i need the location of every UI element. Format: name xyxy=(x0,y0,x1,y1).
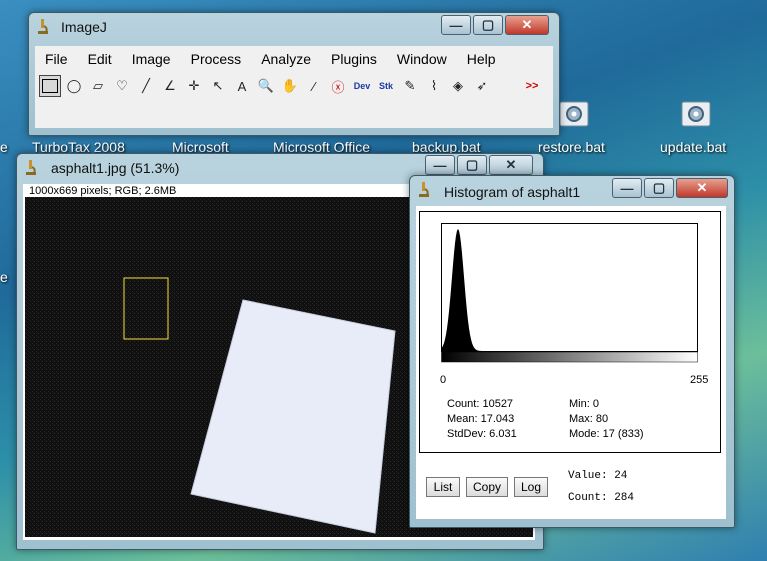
flood-fill-tool-icon[interactable]: ◈ xyxy=(447,75,469,97)
minimize-button[interactable]: — xyxy=(441,15,471,35)
maximize-button[interactable]: ▢ xyxy=(457,155,487,175)
log-button[interactable]: Log xyxy=(514,477,548,497)
histogram-titlebar[interactable]: Histogram of asphalt1 — ▢ ✕ xyxy=(410,176,734,206)
pencil-tool-icon[interactable]: ✎ xyxy=(399,75,421,97)
hand-tool-icon[interactable]: ✋ xyxy=(279,75,301,97)
window-title: asphalt1.jpg (51.3%) xyxy=(51,160,180,176)
minimize-button[interactable]: — xyxy=(612,178,642,198)
imagej-titlebar[interactable]: ImageJ — ▢ ✕ xyxy=(29,13,559,43)
stat-mean: Mean: 17.043 xyxy=(447,413,515,425)
stat-max: Max: 80 xyxy=(569,413,609,425)
rectangle-tool-icon[interactable] xyxy=(39,75,61,97)
maximize-button[interactable]: ▢ xyxy=(644,178,674,198)
histogram-panel: 0 255 Count: 10527 Mean: 17.043 StdDev: … xyxy=(416,206,726,519)
window-title: Histogram of asphalt1 xyxy=(444,184,581,200)
close-button[interactable]: ✕ xyxy=(489,155,533,175)
close-button[interactable]: ✕ xyxy=(505,15,549,35)
menu-analyze[interactable]: Analyze xyxy=(251,51,321,67)
menu-plugins[interactable]: Plugins xyxy=(321,51,387,67)
stop-tool-icon[interactable]: ⓧ xyxy=(327,75,349,97)
desktop-icon-label-restore[interactable]: restore.bat xyxy=(538,139,605,155)
oval-tool-icon[interactable]: ◯ xyxy=(63,75,85,97)
blank-tool-icon[interactable] xyxy=(495,75,517,97)
menu-bar: File Edit Image Process Analyze Plugins … xyxy=(35,46,553,72)
menu-file[interactable]: File xyxy=(35,51,78,67)
line-tool-icon[interactable]: ╱ xyxy=(135,75,157,97)
wand-tool-icon[interactable]: ↖ xyxy=(207,75,229,97)
histogram-window: Histogram of asphalt1 — ▢ ✕ 0 255 Count:… xyxy=(409,175,735,528)
point-tool-icon[interactable]: ✛ xyxy=(183,75,205,97)
stat-mode: Mode: 17 (833) xyxy=(569,428,644,440)
menu-image[interactable]: Image xyxy=(122,51,181,67)
stat-min: Min: 0 xyxy=(569,398,599,410)
more-tools-icon[interactable]: >> xyxy=(521,75,543,97)
angle-tool-icon[interactable]: ∠ xyxy=(159,75,181,97)
count-readout: Count: 284 xyxy=(568,492,635,504)
microscope-icon xyxy=(26,160,36,175)
axis-max-label: 255 xyxy=(690,374,709,386)
stat-stddev: StdDev: 6.031 xyxy=(447,428,517,440)
image-info-text: 1000x669 pixels; RGB; 2.6MB xyxy=(29,185,177,197)
histogram-frame: 0 255 Count: 10527 Mean: 17.043 StdDev: … xyxy=(419,211,721,453)
histogram-plot xyxy=(441,223,698,363)
imagej-window: ImageJ — ▢ ✕ File Edit Image Process Ana… xyxy=(28,12,560,136)
gear-file-icon[interactable] xyxy=(556,100,592,128)
dev-tool-icon[interactable]: Dev xyxy=(351,75,373,97)
toolbar: ◯ ▱ ♡ ╱ ∠ ✛ ↖ A 🔍 ✋ ⁄ ⓧ Dev Stk ✎ ⌇ ◈ ➶ >> xyxy=(35,72,553,128)
menu-window[interactable]: Window xyxy=(387,51,457,67)
text-tool-icon[interactable]: A xyxy=(231,75,253,97)
close-button[interactable]: ✕ xyxy=(676,178,728,198)
microscope-icon xyxy=(419,182,429,197)
polygon-tool-icon[interactable]: ▱ xyxy=(87,75,109,97)
desktop-icon-label-cut-left[interactable]: e xyxy=(0,139,8,155)
minimize-button[interactable]: — xyxy=(425,155,455,175)
dropper-tool-icon[interactable]: ⁄ xyxy=(303,75,325,97)
menu-edit[interactable]: Edit xyxy=(78,51,122,67)
desktop-icon-label-update[interactable]: update.bat xyxy=(660,139,726,155)
freehand-tool-icon[interactable]: ♡ xyxy=(111,75,133,97)
microscope-icon xyxy=(38,19,48,34)
menu-process[interactable]: Process xyxy=(181,51,252,67)
maximize-button[interactable]: ▢ xyxy=(473,15,503,35)
copy-button[interactable]: Copy xyxy=(466,477,508,497)
stk-tool-icon[interactable]: Stk xyxy=(375,75,397,97)
axis-min-label: 0 xyxy=(440,374,447,386)
magnifier-tool-icon[interactable]: 🔍 xyxy=(255,75,277,97)
value-readout: Value: 24 xyxy=(568,470,628,482)
lut-bar xyxy=(441,351,698,363)
list-button[interactable]: List xyxy=(426,477,460,497)
brush-tool-icon[interactable]: ⌇ xyxy=(423,75,445,97)
menu-help[interactable]: Help xyxy=(457,51,506,67)
desktop-icon-label-cut-left-2[interactable]: e xyxy=(0,269,8,285)
window-title: ImageJ xyxy=(61,19,107,35)
arrow-tool-icon[interactable]: ➶ xyxy=(471,75,493,97)
stat-count: Count: 10527 xyxy=(447,398,514,410)
gear-file-icon[interactable] xyxy=(678,100,714,128)
